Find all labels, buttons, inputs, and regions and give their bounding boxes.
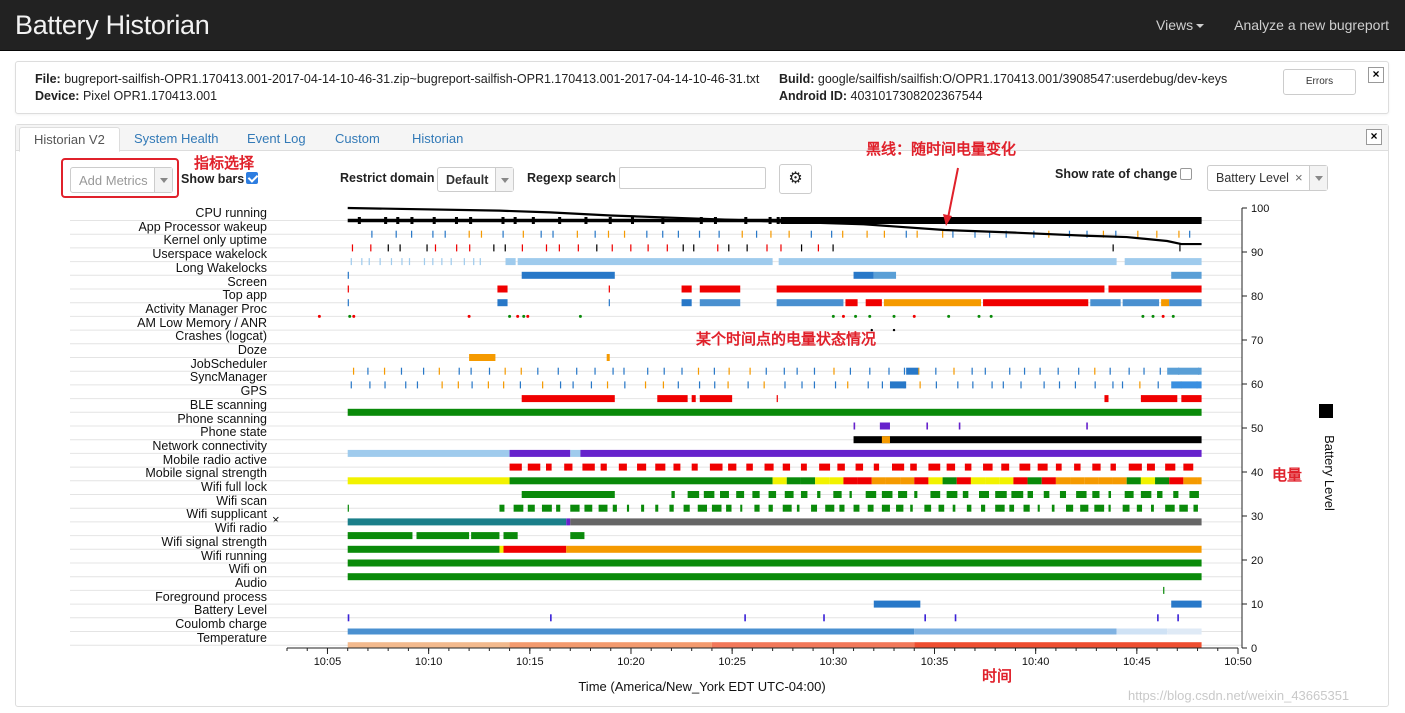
- device-value: Pixel OPR1.170413.001: [82, 89, 218, 103]
- row-label: AM Low Memory / ANR: [137, 315, 267, 330]
- android-id-value: 4031017308202367544: [850, 89, 983, 103]
- tab-historian[interactable]: Historian: [412, 131, 463, 146]
- close-icon[interactable]: ×: [1366, 129, 1382, 145]
- row-label: Activity Manager Proc: [145, 301, 267, 316]
- tab-bar: Historian V2 System Health Event Log Cus…: [16, 125, 1388, 152]
- row-label: Screen: [227, 274, 267, 289]
- build-line: Build: google/sailfish/sailfish:O/OPR1.1…: [779, 71, 1227, 88]
- regexp-search-input[interactable]: [619, 167, 766, 189]
- annotation-state: 某个时间点的电量状态情况: [696, 331, 877, 348]
- watermark: https://blog.csdn.net/weixin_43665351: [1128, 688, 1350, 703]
- analyze-link[interactable]: Analyze a new bugreport: [1234, 17, 1389, 33]
- android-id-line: Android ID: 4031017308202367544: [779, 88, 983, 105]
- row-label: Wifi signal strength: [161, 534, 267, 549]
- row-label: App Processor wakeup: [138, 219, 267, 234]
- row-label: Phone state: [200, 425, 267, 440]
- tab-custom[interactable]: Custom: [335, 131, 380, 146]
- annotation-highlight-box: [61, 158, 179, 198]
- row-label: Wifi scan: [216, 493, 267, 508]
- row-label: Audio: [235, 575, 267, 590]
- row-label: Top app: [222, 288, 267, 303]
- row-label: Foreground process: [155, 589, 267, 604]
- navbar: Battery Historian Views Analyze a new bu…: [0, 0, 1405, 51]
- chevron-down-icon: [495, 168, 513, 191]
- series-select[interactable]: Battery Level ×: [1207, 165, 1328, 191]
- row-label: Wifi radio: [214, 521, 267, 536]
- row-label: Wifi running: [201, 548, 267, 563]
- file-value: bugreport-sailfish-OPR1.170413.001-2017-…: [64, 72, 760, 86]
- row-label: CPU running: [195, 206, 267, 220]
- show-rate-label: Show rate of change: [1055, 167, 1178, 181]
- wifi-supplicant-close-icon[interactable]: ×: [272, 512, 280, 527]
- views-menu[interactable]: Views: [1156, 17, 1205, 33]
- file-line: File: bugreport-sailfish-OPR1.170413.001…: [35, 71, 759, 88]
- series-select-value: Battery Level: [1216, 171, 1289, 185]
- show-bars-checkbox[interactable]: [246, 172, 258, 184]
- row-label: Mobile signal strength: [145, 466, 267, 481]
- clear-icon[interactable]: ×: [1295, 170, 1303, 185]
- row-label: BLE scanning: [189, 397, 267, 412]
- app-title[interactable]: Battery Historian: [15, 10, 210, 41]
- row-label: Wifi full lock: [201, 480, 267, 494]
- row-label: Phone scanning: [177, 411, 267, 426]
- build-label: Build:: [779, 72, 815, 86]
- views-label: Views: [1156, 17, 1194, 33]
- show-rate-checkbox[interactable]: [1180, 168, 1192, 180]
- chevron-down-icon: [1309, 166, 1327, 190]
- row-label: Mobile radio active: [162, 452, 267, 467]
- row-label: Battery Level: [194, 603, 267, 618]
- settings-button[interactable]: ⚙: [779, 164, 812, 194]
- row-label: SyncManager: [189, 370, 267, 385]
- row-label: GPS: [240, 384, 267, 399]
- close-icon[interactable]: ×: [1368, 67, 1384, 83]
- annotation-add-metrics: 指标选择: [194, 155, 255, 172]
- row-label: Kernel only uptime: [163, 233, 267, 248]
- gear-icon: ⚙: [788, 170, 803, 187]
- row-label: Userspace wakelock: [152, 247, 267, 262]
- chevron-down-icon: [1196, 24, 1205, 29]
- restrict-domain-label: Restrict domain: [340, 171, 435, 185]
- row-label: Wifi supplicant: [186, 507, 267, 522]
- row-label: Network connectivity: [152, 438, 267, 453]
- row-label: JobScheduler: [190, 356, 267, 371]
- tab-historian-v2[interactable]: Historian V2: [19, 127, 120, 152]
- show-bars-label: Show bars: [181, 172, 245, 186]
- domain-value: Default: [446, 173, 489, 187]
- device-label: Device:: [35, 89, 80, 103]
- file-label: File:: [35, 72, 61, 86]
- tab-system-health[interactable]: System Health: [134, 131, 219, 146]
- regexp-search-label: Regexp search: [527, 171, 616, 185]
- annotation-time: 时间: [982, 668, 1013, 685]
- build-value: google/sailfish/sailfish:O/OPR1.170413.0…: [817, 72, 1228, 86]
- row-label: Crashes (logcat): [175, 329, 267, 344]
- row-label: Temperature: [196, 630, 267, 645]
- android-id-label: Android ID:: [779, 89, 848, 103]
- errors-button[interactable]: Errors: [1283, 69, 1356, 95]
- row-label: Doze: [237, 343, 267, 357]
- tab-event-log[interactable]: Event Log: [247, 131, 306, 146]
- domain-select[interactable]: Default: [437, 167, 514, 192]
- row-label: Coulomb charge: [175, 617, 267, 631]
- row-label: Long Wakelocks: [175, 260, 267, 275]
- annotation-black-line: 黑线：随时间电量变化: [866, 141, 1017, 158]
- device-line: Device: Pixel OPR1.170413.001: [35, 88, 217, 105]
- nav-right: Views Analyze a new bugreport: [1156, 17, 1389, 33]
- file-info-panel: File: bugreport-sailfish-OPR1.170413.001…: [15, 61, 1389, 114]
- annotation-battery: 电量: [1272, 467, 1303, 484]
- row-label: Wifi on: [228, 562, 267, 577]
